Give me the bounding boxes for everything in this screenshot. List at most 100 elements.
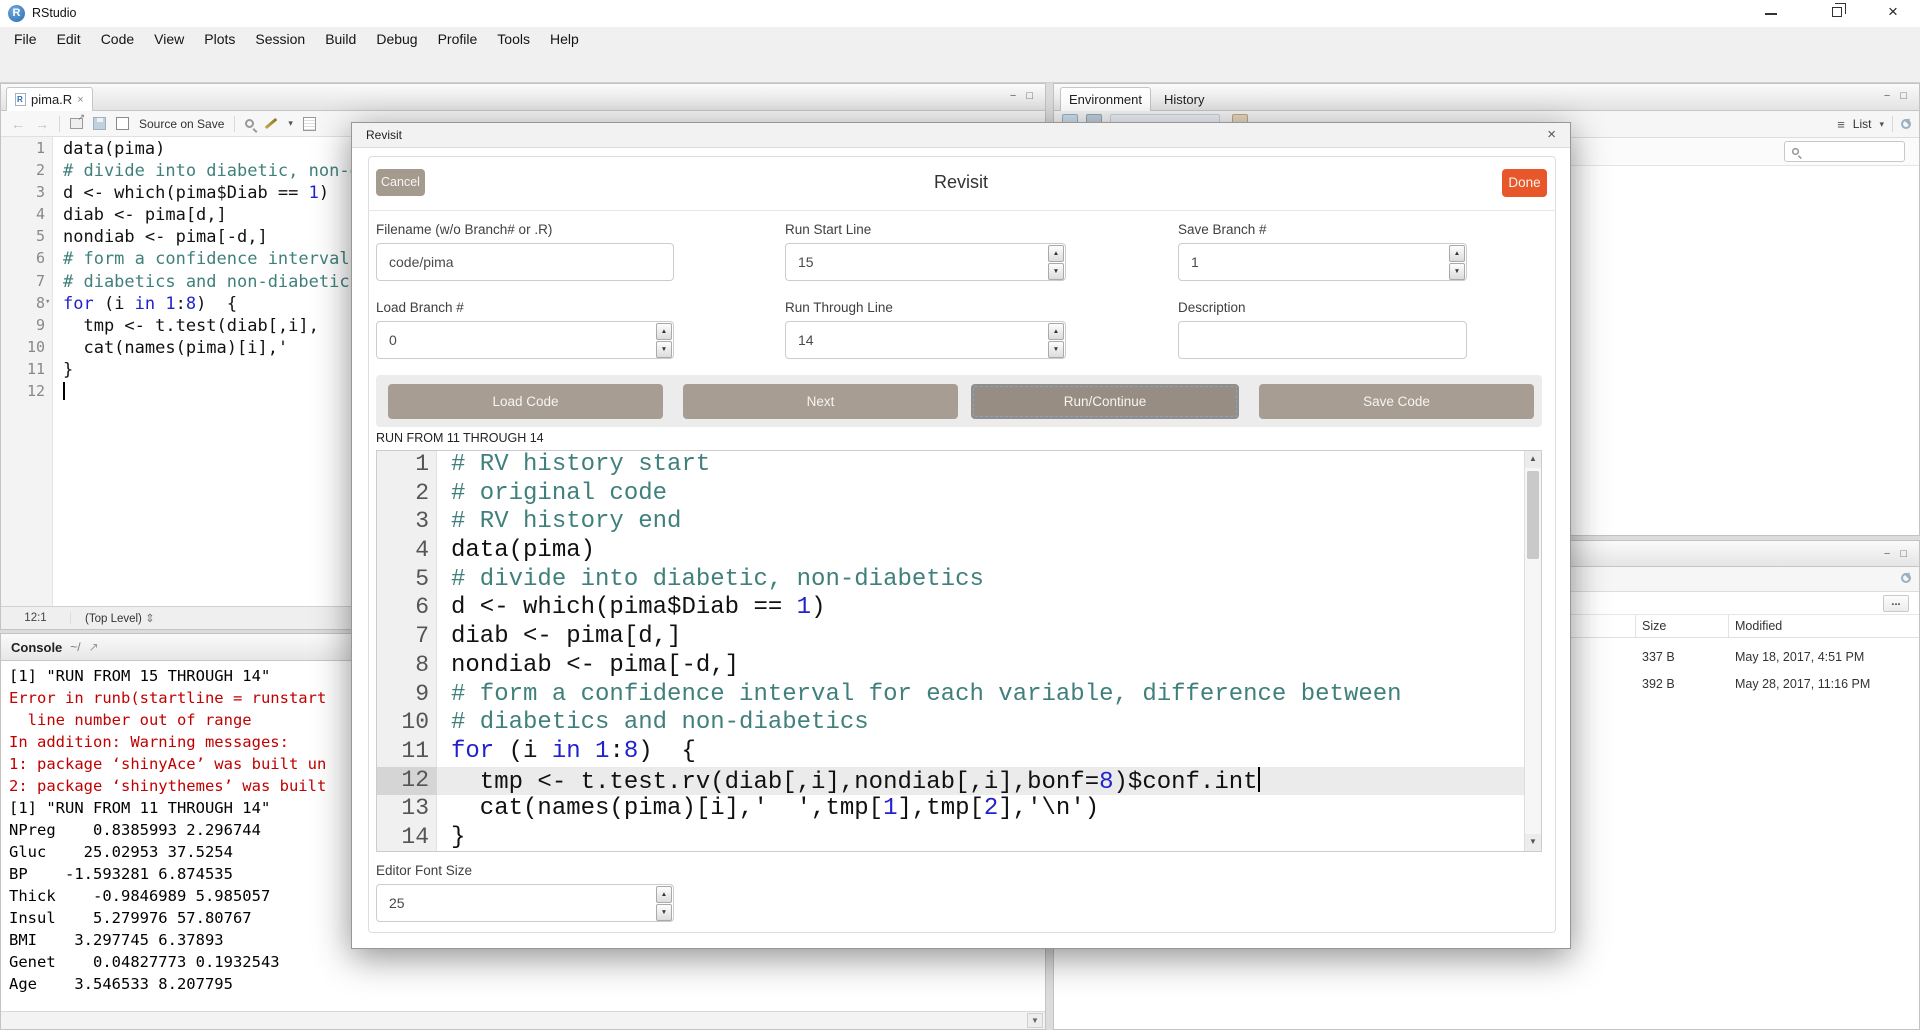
code-line[interactable]: 4data(pima) — [377, 537, 1524, 566]
code-line[interactable]: 3# RV history end — [377, 508, 1524, 537]
console-output[interactable]: [1] "RUN FROM 15 THROUGH 14"Error in run… — [9, 665, 326, 995]
column-modified[interactable]: Modified — [1735, 619, 1782, 633]
font-size-spinner[interactable]: ▲ ▼ — [656, 886, 672, 920]
compile-report-icon[interactable] — [303, 117, 316, 131]
code-line[interactable]: 13 cat(names(pima)[i],' ',tmp[1],tmp[2],… — [377, 795, 1524, 824]
window-restore-icon[interactable] — [1832, 7, 1842, 17]
tab-pima-r[interactable]: pima.R × — [6, 87, 93, 111]
tab-history[interactable]: History — [1154, 87, 1214, 111]
minimize-pane-icon[interactable]: − — [1010, 90, 1016, 102]
code-line[interactable]: 5# divide into diabetic, non-diabetics — [377, 566, 1524, 595]
console-scrollbar[interactable]: ▼ — [1, 1011, 1045, 1029]
tab-environment[interactable]: Environment — [1060, 87, 1151, 111]
column-size[interactable]: Size — [1642, 619, 1666, 633]
run-through-line-label: Run Through Line — [785, 300, 893, 315]
spin-up-icon[interactable]: ▲ — [1048, 245, 1064, 262]
run-start-line-field[interactable] — [785, 243, 1066, 281]
save-file-icon[interactable] — [93, 117, 106, 130]
list-view-icon[interactable]: ≡ — [1837, 117, 1845, 132]
minimize-pane-icon[interactable]: − — [1884, 90, 1890, 102]
code-line[interactable]: 2# original code — [377, 480, 1524, 509]
maximize-pane-icon[interactable]: □ — [1900, 90, 1907, 102]
spin-down-icon[interactable]: ▼ — [1048, 341, 1064, 358]
spin-down-icon[interactable]: ▼ — [1048, 263, 1064, 280]
save-branch-field[interactable] — [1178, 243, 1467, 281]
code-line[interactable]: 9# form a confidence interval for each v… — [377, 681, 1524, 710]
scroll-down-icon[interactable]: ▼ — [1525, 834, 1541, 851]
find-replace-icon[interactable] — [245, 119, 254, 128]
spin-up-icon[interactable]: ▲ — [1048, 323, 1064, 340]
scope-selector[interactable]: (Top Level) ⇕ — [71, 611, 155, 625]
code-text: for (i in 1:8) { — [63, 294, 237, 314]
refresh-icon[interactable] — [1901, 119, 1911, 129]
dialog-close-icon[interactable]: × — [1547, 126, 1556, 143]
more-path-button[interactable]: ... — [1883, 595, 1909, 612]
menu-tools[interactable]: Tools — [487, 27, 540, 52]
maximize-pane-icon[interactable]: □ — [1026, 90, 1033, 102]
code-line[interactable]: 7diab <- pima[d,] — [377, 623, 1524, 652]
menu-plots[interactable]: Plots — [194, 27, 245, 52]
run-through-line-spinner[interactable]: ▲ ▼ — [1048, 323, 1064, 357]
code-tools-icon[interactable] — [265, 118, 278, 129]
menu-code[interactable]: Code — [91, 27, 144, 52]
menu-file[interactable]: File — [4, 27, 47, 52]
code-line[interactable]: 6d <- which(pima$Diab == 1) — [377, 594, 1524, 623]
menu-session[interactable]: Session — [245, 27, 315, 52]
run-continue-button[interactable]: Run/Continue — [971, 384, 1239, 419]
menu-help[interactable]: Help — [540, 27, 589, 52]
code-line[interactable]: 1# RV history start — [377, 451, 1524, 480]
code-lines[interactable]: 1# RV history start2# original code3# RV… — [377, 451, 1524, 852]
refresh-icon[interactable] — [1901, 573, 1911, 583]
console-popout-icon[interactable]: ↗ — [89, 640, 99, 654]
load-code-button[interactable]: Load Code — [388, 384, 663, 419]
minimize-pane-icon[interactable]: − — [1884, 548, 1890, 560]
popout-editor-icon[interactable] — [70, 118, 83, 129]
maximize-pane-icon[interactable]: □ — [1900, 548, 1907, 560]
load-branch-spinner[interactable]: ▲ ▼ — [656, 323, 672, 357]
window-minimize-icon[interactable] — [1765, 13, 1777, 15]
save-branch-spinner[interactable]: ▲ ▼ — [1449, 245, 1465, 279]
code-line[interactable]: 8nondiab <- pima[-d,] — [377, 652, 1524, 681]
load-branch-field[interactable] — [376, 321, 674, 359]
spin-up-icon[interactable]: ▲ — [656, 886, 672, 903]
forward-icon[interactable]: → — [35, 116, 49, 132]
fold-icon[interactable]: ▾ — [45, 297, 50, 307]
dialog-title-bar[interactable]: Revisit × — [352, 123, 1570, 148]
spin-down-icon[interactable]: ▼ — [656, 904, 672, 921]
scroll-down-icon[interactable]: ▼ — [1027, 1013, 1043, 1028]
next-button[interactable]: Next — [683, 384, 958, 419]
code-line[interactable]: 12 tmp <- t.test.rv(diab[,i],nondiab[,i]… — [377, 767, 1524, 796]
description-field[interactable] — [1178, 321, 1467, 359]
back-icon[interactable]: ← — [11, 116, 25, 132]
code-line[interactable]: 10# diabetics and non-diabetics — [377, 709, 1524, 738]
source-on-save-checkbox[interactable] — [116, 117, 129, 130]
spin-down-icon[interactable]: ▼ — [656, 341, 672, 358]
environment-search-input[interactable] — [1784, 141, 1905, 162]
line-number: 7 — [1, 272, 45, 290]
menu-build[interactable]: Build — [315, 27, 366, 52]
scroll-up-icon[interactable]: ▲ — [1525, 451, 1541, 468]
menu-edit[interactable]: Edit — [47, 27, 91, 52]
revisit-code-editor[interactable]: 1# RV history start2# original code3# RV… — [376, 450, 1542, 852]
code-line[interactable]: 11for (i in 1:8) { — [377, 738, 1524, 767]
spin-up-icon[interactable]: ▲ — [656, 323, 672, 340]
filename-field[interactable] — [376, 243, 674, 281]
code-line[interactable]: 14} — [377, 824, 1524, 852]
code-scrollbar[interactable]: ▲ ▼ — [1524, 451, 1541, 851]
list-caret-icon[interactable]: ▾ — [1879, 119, 1884, 130]
run-through-line-field[interactable] — [785, 321, 1066, 359]
window-close-icon[interactable]: × — [1888, 2, 1898, 22]
menu-view[interactable]: View — [144, 27, 194, 52]
spin-up-icon[interactable]: ▲ — [1449, 245, 1465, 262]
done-button[interactable]: Done — [1502, 169, 1547, 197]
scrollbar-thumb[interactable] — [1527, 471, 1539, 559]
editor-font-size-field[interactable] — [376, 884, 674, 922]
code-text: d <- which(pima$Diab == 1) — [63, 183, 329, 203]
tab-close-icon[interactable]: × — [77, 94, 83, 106]
menu-profile[interactable]: Profile — [428, 27, 488, 52]
save-code-button[interactable]: Save Code — [1259, 384, 1534, 419]
spin-down-icon[interactable]: ▼ — [1449, 263, 1465, 280]
code-tools-caret-icon[interactable]: ▾ — [288, 118, 293, 129]
run-start-line-spinner[interactable]: ▲ ▼ — [1048, 245, 1064, 279]
menu-debug[interactable]: Debug — [366, 27, 427, 52]
